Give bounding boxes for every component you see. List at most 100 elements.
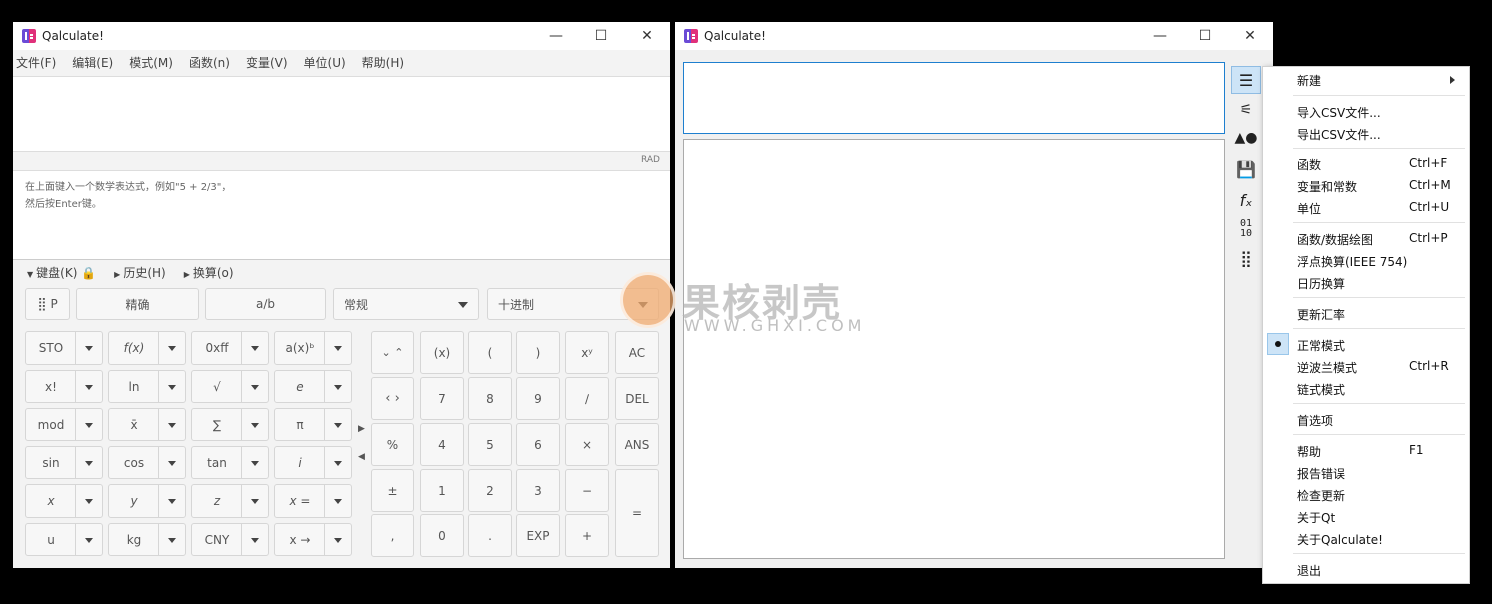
chevron-down-icon[interactable] (251, 460, 259, 466)
display-format-select[interactable]: 常规 (333, 288, 479, 320)
key-tan[interactable]: tan (191, 446, 269, 479)
chevron-down-icon[interactable] (168, 460, 176, 466)
chevron-down-icon[interactable] (334, 537, 342, 543)
key-factorial[interactable]: x! (25, 370, 103, 403)
keyboard-section-toggle[interactable]: ▼ 键盘(K) 🔒 (27, 264, 96, 281)
chevron-down-icon[interactable] (251, 422, 259, 428)
minimize-icon[interactable]: — (534, 22, 578, 50)
key-mod[interactable]: mod (25, 408, 103, 441)
chevron-down-icon[interactable] (251, 346, 259, 351)
key-close-paren[interactable]: ) (516, 331, 560, 374)
chevron-down-icon[interactable] (85, 499, 93, 504)
menu-export-csv[interactable]: 导出CSV文件... (1297, 126, 1381, 143)
key-divide[interactable]: ∕ (565, 377, 609, 420)
close-icon[interactable]: ✕ (1228, 22, 1272, 50)
key-var-z[interactable]: z (191, 484, 269, 518)
key-equation[interactable]: x = (274, 484, 352, 518)
menu-plot[interactable]: 函数/数据绘图 (1297, 231, 1373, 248)
close-icon[interactable]: ✕ (625, 22, 669, 50)
key-4[interactable]: 4 (420, 423, 464, 466)
chevron-down-icon[interactable] (334, 499, 342, 504)
key-var-x[interactable]: x (25, 484, 103, 518)
expand-right-icon[interactable]: ▶ (358, 424, 365, 434)
key-delete[interactable]: DEL (615, 377, 659, 420)
chevron-down-icon[interactable] (85, 460, 93, 466)
key-power[interactable]: a(x)ᵇ (274, 331, 352, 365)
menu-about[interactable]: 关于Qalculate! (1297, 531, 1383, 548)
chevron-down-icon[interactable] (168, 499, 176, 504)
chevron-down-icon[interactable] (168, 422, 176, 428)
menu-functions[interactable]: 函数 (1297, 156, 1321, 173)
menu-update-rates[interactable]: 更新汇率 (1297, 306, 1345, 323)
menu-rpn-mode[interactable]: 逆波兰模式 (1297, 359, 1357, 376)
key-e[interactable]: e (274, 370, 352, 403)
menu-quit[interactable]: 退出 (1297, 562, 1321, 579)
menu-units[interactable]: 单位(U) (304, 54, 346, 71)
key-comma[interactable]: , (371, 514, 414, 557)
menu-functions[interactable]: 函数(n) (189, 54, 230, 71)
key-ln[interactable]: ln (108, 370, 186, 403)
key-sin[interactable]: sin (25, 446, 103, 479)
fraction-button[interactable]: a∕b (205, 288, 326, 320)
key-var-y[interactable]: y (108, 484, 186, 518)
chevron-down-icon[interactable] (334, 346, 342, 351)
key-function[interactable]: f(x) (108, 331, 186, 365)
key-6[interactable]: 6 (516, 423, 560, 466)
key-open-paren[interactable]: ( (468, 331, 512, 374)
key-unit-kg[interactable]: kg (108, 523, 186, 556)
maximize-icon[interactable]: ☐ (1183, 22, 1227, 50)
exact-mode-button[interactable]: 精确 (76, 288, 199, 320)
menu-help[interactable]: 帮助 (1297, 443, 1321, 460)
key-unit-u[interactable]: u (25, 523, 103, 556)
hamburger-menu-icon[interactable]: ☰ (1231, 66, 1261, 94)
chevron-down-icon[interactable] (85, 537, 93, 543)
shapes-icon[interactable]: ▲● (1231, 124, 1261, 152)
chevron-down-icon[interactable] (251, 537, 259, 543)
key-2[interactable]: 2 (468, 469, 512, 512)
menu-about-qt[interactable]: 关于Qt (1297, 509, 1335, 526)
menu-chain-mode[interactable]: 链式模式 (1297, 381, 1345, 398)
chevron-down-icon[interactable] (85, 384, 93, 390)
key-8[interactable]: 8 (468, 377, 512, 420)
key-hex[interactable]: 0xff (191, 331, 269, 365)
key-decimal-point[interactable]: . (468, 514, 512, 557)
settings-sliders-icon[interactable]: ⚟ (1231, 96, 1261, 124)
menu-normal-mode[interactable]: 正常模式 (1297, 337, 1345, 354)
chevron-down-icon[interactable] (334, 384, 342, 390)
menu-units[interactable]: 单位 (1297, 200, 1321, 217)
convert-section-toggle[interactable]: ▶ 换算(o) (184, 264, 234, 281)
key-1[interactable]: 1 (420, 469, 464, 512)
menu-variables[interactable]: 变量和常数 (1297, 178, 1357, 195)
angle-mode-indicator[interactable]: RAD (641, 155, 660, 165)
key-multiply[interactable]: × (565, 423, 609, 466)
lock-icon[interactable]: 🔒 (81, 266, 96, 280)
title-bar[interactable]: Qalculate! — ☐ ✕ (675, 22, 1273, 50)
function-fx-icon[interactable]: fₓ (1231, 186, 1261, 214)
menu-calendar-conversion[interactable]: 日历换算 (1297, 275, 1345, 292)
key-paren-x[interactable]: (x) (420, 331, 464, 374)
key-plus-minus[interactable]: ± (371, 469, 414, 512)
history-nav-up-down-button[interactable]: ⌄ ⌃ (371, 331, 414, 374)
key-convert-to[interactable]: x → (274, 523, 352, 556)
maximize-icon[interactable]: ☐ (579, 22, 623, 50)
menu-report-bug[interactable]: 报告错误 (1297, 465, 1345, 482)
expression-input[interactable] (13, 76, 670, 152)
menu-new[interactable]: 新建 (1297, 72, 1321, 89)
cursor-left-right-button[interactable]: ‹ › (371, 377, 414, 420)
key-plus[interactable]: + (565, 514, 609, 557)
keypad-toggle-button[interactable]: ⣿ P (25, 288, 70, 320)
expand-left-icon[interactable]: ◀ (358, 452, 365, 462)
menu-mode[interactable]: 模式(M) (129, 54, 173, 71)
key-pi[interactable]: π (274, 408, 352, 441)
key-mean[interactable]: x̄ (108, 408, 186, 441)
key-imaginary[interactable]: i (274, 446, 352, 479)
menu-edit[interactable]: 编辑(E) (72, 54, 113, 71)
key-sqrt[interactable]: √ (191, 370, 269, 403)
expression-input[interactable] (683, 62, 1225, 134)
key-cos[interactable]: cos (108, 446, 186, 479)
menu-variables[interactable]: 变量(V) (246, 54, 288, 71)
chevron-down-icon[interactable] (251, 384, 259, 390)
minimize-icon[interactable]: — (1138, 22, 1182, 50)
key-minus[interactable]: − (565, 469, 609, 512)
menu-help[interactable]: 帮助(H) (362, 54, 404, 71)
